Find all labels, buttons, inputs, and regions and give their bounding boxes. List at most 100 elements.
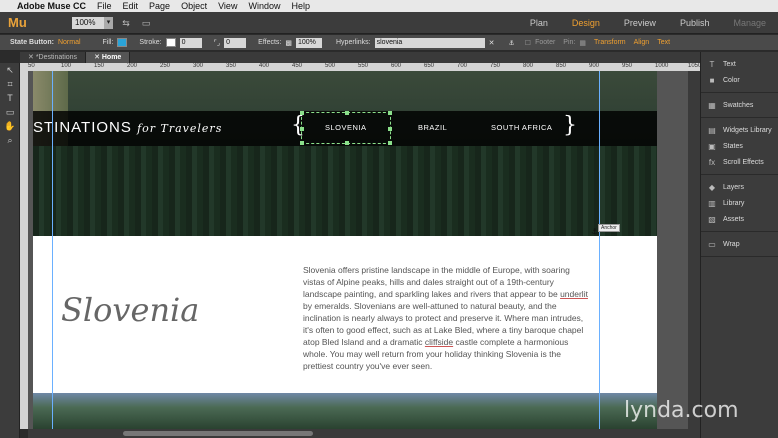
resize-handle[interactable] bbox=[300, 111, 304, 115]
nav-link-brazil[interactable]: BRAZIL bbox=[418, 123, 447, 132]
mode-preview[interactable]: Preview bbox=[612, 18, 668, 28]
mode-publish[interactable]: Publish bbox=[668, 18, 722, 28]
resize-handle[interactable] bbox=[345, 111, 349, 115]
resize-handle[interactable] bbox=[345, 141, 349, 145]
zoom-tool-icon[interactable]: ⌕ bbox=[0, 133, 20, 147]
resize-handle[interactable] bbox=[388, 141, 392, 145]
zoom-dropdown-icon[interactable]: ▾ bbox=[104, 16, 113, 29]
text-icon: T bbox=[709, 59, 715, 69]
panel-label: Assets bbox=[723, 215, 745, 223]
panel-assets[interactable]: ▧ Assets bbox=[701, 211, 778, 227]
panel-color[interactable]: ■ Color bbox=[701, 72, 778, 88]
right-brace: } bbox=[563, 113, 577, 138]
panel-label: Layers bbox=[723, 183, 745, 191]
ruler-tick-label: 950 bbox=[622, 63, 633, 69]
menu-page[interactable]: Page bbox=[149, 1, 170, 11]
para-link-cliffside[interactable]: cliffside bbox=[425, 337, 453, 347]
transform-link[interactable]: Transform bbox=[594, 39, 626, 46]
state-button-value[interactable]: Normal bbox=[58, 39, 81, 46]
ruler-tick-label: 200 bbox=[127, 63, 138, 69]
nav-band: STINATIONS for Travelers { } SLOVENIA BR… bbox=[33, 111, 657, 146]
watermark-dot: . bbox=[684, 398, 692, 423]
corner-icon: ⌜⌟ bbox=[213, 39, 221, 47]
opacity-field[interactable]: 100% bbox=[296, 37, 322, 48]
menu-help[interactable]: Help bbox=[291, 1, 310, 11]
tab-destinations[interactable]: ✕ *Destinations bbox=[20, 52, 87, 63]
text-link[interactable]: Text bbox=[657, 39, 670, 46]
ruler-tick-label: 900 bbox=[589, 63, 600, 69]
widgets-icon: ▤ bbox=[708, 125, 716, 135]
nav-link-south-africa[interactable]: SOUTH AFRICA bbox=[491, 123, 552, 132]
panel-text[interactable]: T Text bbox=[701, 56, 778, 72]
resize-handle[interactable] bbox=[388, 127, 392, 131]
tab-close-icon[interactable]: ✕ bbox=[28, 54, 36, 61]
panel-widgets-library[interactable]: ▤ Widgets Library bbox=[701, 122, 778, 138]
menu-object[interactable]: Object bbox=[181, 1, 207, 11]
stroke-width-field[interactable]: 0 bbox=[179, 37, 202, 48]
panel-layers[interactable]: ◆ Layers bbox=[701, 179, 778, 195]
guide-left[interactable] bbox=[52, 71, 53, 429]
fill-label: Fill: bbox=[102, 39, 114, 46]
rectangle-tool-icon[interactable]: ▭ bbox=[0, 105, 20, 119]
menu-window[interactable]: Window bbox=[248, 1, 280, 11]
horizontal-scrollbar[interactable] bbox=[28, 429, 700, 438]
vertical-scrollbar[interactable] bbox=[688, 71, 700, 429]
ruler-tick-label: 400 bbox=[259, 63, 270, 69]
para-link-underlit[interactable]: underlit bbox=[560, 289, 588, 299]
hero-forest bbox=[33, 146, 657, 236]
tools-panel: ↖ ⌗ T ▭ ✋ ⌕ bbox=[0, 63, 20, 438]
stroke-label: Stroke: bbox=[139, 39, 162, 46]
color-icon: ■ bbox=[709, 75, 715, 85]
corner-radius-field[interactable]: 0 bbox=[224, 37, 247, 48]
view-mode-icon[interactable]: ▭ bbox=[139, 17, 153, 29]
text-tool-icon[interactable]: T bbox=[0, 91, 20, 105]
selection-tool-icon[interactable]: ↖ bbox=[0, 63, 20, 77]
guide-right[interactable] bbox=[599, 71, 600, 429]
anchor-cursor-icon[interactable]: ⚓ bbox=[591, 228, 598, 236]
resize-handle[interactable] bbox=[300, 127, 304, 131]
ruler-tick-label: 1000 bbox=[655, 63, 669, 69]
page-nav-icon[interactable]: ⇆ bbox=[119, 17, 133, 29]
panel-label: States bbox=[723, 142, 743, 150]
menu-edit[interactable]: Edit bbox=[123, 1, 139, 11]
panel-swatches[interactable]: ▦ Swatches bbox=[701, 97, 778, 113]
resize-handle[interactable] bbox=[300, 141, 304, 145]
scroll-effects-icon: fx bbox=[708, 157, 716, 167]
pin-icon[interactable]: ▦ bbox=[579, 39, 586, 47]
hyperlinks-select[interactable]: slovenia bbox=[374, 37, 485, 48]
hyperlinks-label: Hyperlinks: bbox=[336, 39, 371, 46]
hand-tool-icon[interactable]: ✋ bbox=[0, 119, 20, 133]
panel-library[interactable]: ▥ Library bbox=[701, 195, 778, 211]
clear-link-icon[interactable]: ✕ bbox=[489, 39, 495, 47]
panel-wrap[interactable]: ▭ Wrap bbox=[701, 236, 778, 252]
align-link[interactable]: Align bbox=[634, 39, 650, 46]
mode-design[interactable]: Design bbox=[560, 18, 612, 28]
menu-app-name[interactable]: Adobe Muse CC bbox=[17, 1, 86, 11]
state-button-label: State Button: bbox=[10, 39, 54, 46]
effects-icon[interactable]: ▩ bbox=[285, 39, 292, 47]
ruler-tick-label: 100 bbox=[61, 63, 72, 69]
panel-scroll-effects[interactable]: fx Scroll Effects bbox=[701, 154, 778, 170]
stroke-swatch[interactable] bbox=[165, 38, 176, 47]
resize-handle[interactable] bbox=[388, 111, 392, 115]
ruler-tick-label: 700 bbox=[457, 63, 468, 69]
muse-logo: Mu bbox=[8, 15, 27, 30]
mode-plan[interactable]: Plan bbox=[518, 18, 560, 28]
menu-view[interactable]: View bbox=[218, 1, 237, 11]
ruler-tick-label: 450 bbox=[292, 63, 303, 69]
mode-manage[interactable]: Manage bbox=[721, 18, 778, 28]
states-icon: ▣ bbox=[708, 141, 716, 151]
fill-swatch[interactable] bbox=[117, 38, 128, 47]
design-canvas[interactable]: STINATIONS for Travelers { } SLOVENIA BR… bbox=[28, 71, 700, 429]
anchor-icon[interactable]: ⚓ bbox=[509, 39, 515, 47]
crop-tool-icon[interactable]: ⌗ bbox=[0, 77, 20, 91]
ruler-tick-label: 250 bbox=[160, 63, 171, 69]
panel-states[interactable]: ▣ States bbox=[701, 138, 778, 154]
zoom-field[interactable]: 100% bbox=[72, 16, 104, 29]
tab-close-icon[interactable]: ✕ bbox=[94, 54, 102, 61]
tab-home[interactable]: ✕ Home bbox=[86, 52, 131, 63]
nav-link-slovenia[interactable]: SLOVENIA bbox=[325, 123, 367, 132]
footer-checkbox[interactable]: ☐ bbox=[525, 39, 531, 47]
menu-file[interactable]: File bbox=[97, 1, 112, 11]
scroll-thumb[interactable] bbox=[123, 431, 313, 436]
